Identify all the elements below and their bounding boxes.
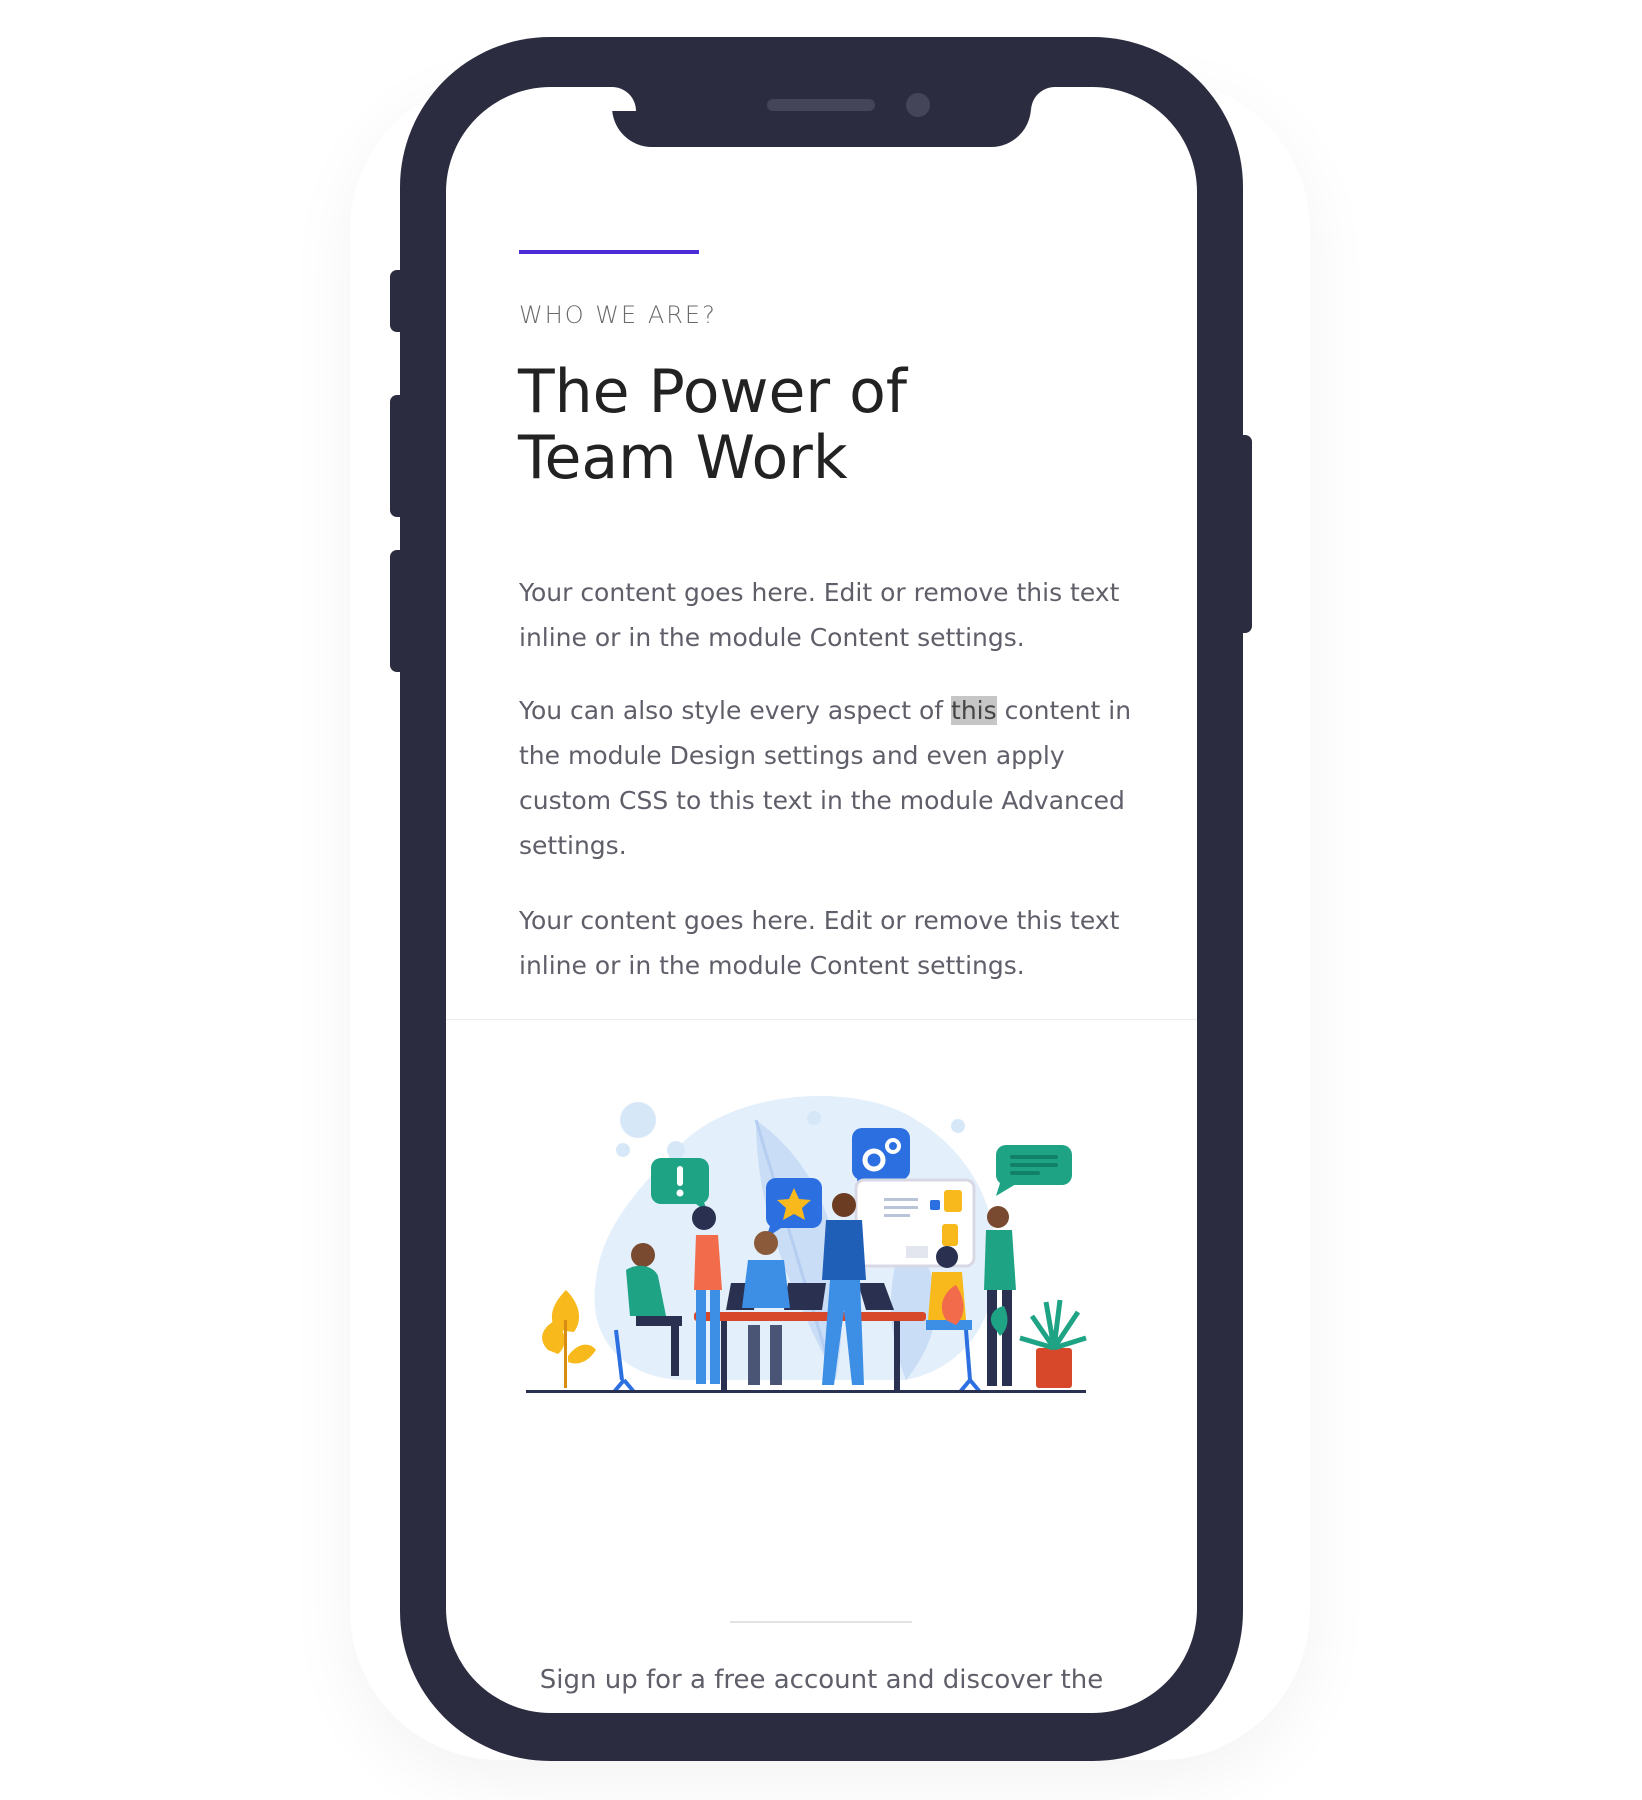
headline-line-2: Team Work — [518, 423, 848, 493]
section-headline: The Power of Team Work — [518, 359, 1118, 491]
notch-corner-right — [1031, 87, 1055, 111]
phone-screen[interactable]: WHO WE ARE? The Power of Team Work Your … — [446, 87, 1197, 1713]
speaker-grille — [767, 99, 875, 111]
phone-notch — [612, 87, 1031, 147]
signup-text: Sign up for a free account and discover … — [539, 1665, 1104, 1695]
headline-line-1: The Power of — [518, 357, 907, 427]
body-paragraph-3: Your content goes here. Edit or remove t… — [519, 906, 1120, 980]
section-accent-line — [519, 250, 699, 254]
footer-divider — [730, 1621, 912, 1623]
selected-text-highlight[interactable]: this — [951, 696, 997, 725]
section-divider — [446, 1019, 1197, 1020]
mockup-stage: WHO WE ARE? The Power of Team Work Your … — [0, 0, 1642, 1800]
chat-bubble-icon — [996, 1145, 1072, 1196]
paragraph-2-text-start: You can also style every aspect of — [519, 696, 952, 725]
section-eyebrow: WHO WE ARE? — [519, 301, 717, 329]
teamwork-illustration — [526, 1096, 1087, 1394]
front-camera-icon — [906, 93, 930, 117]
body-paragraph-1: Your content goes here. Edit or remove t… — [519, 578, 1120, 652]
body-paragraph-2: You can also style every aspect of this … — [519, 688, 1139, 868]
notch-corner-left — [612, 87, 636, 111]
